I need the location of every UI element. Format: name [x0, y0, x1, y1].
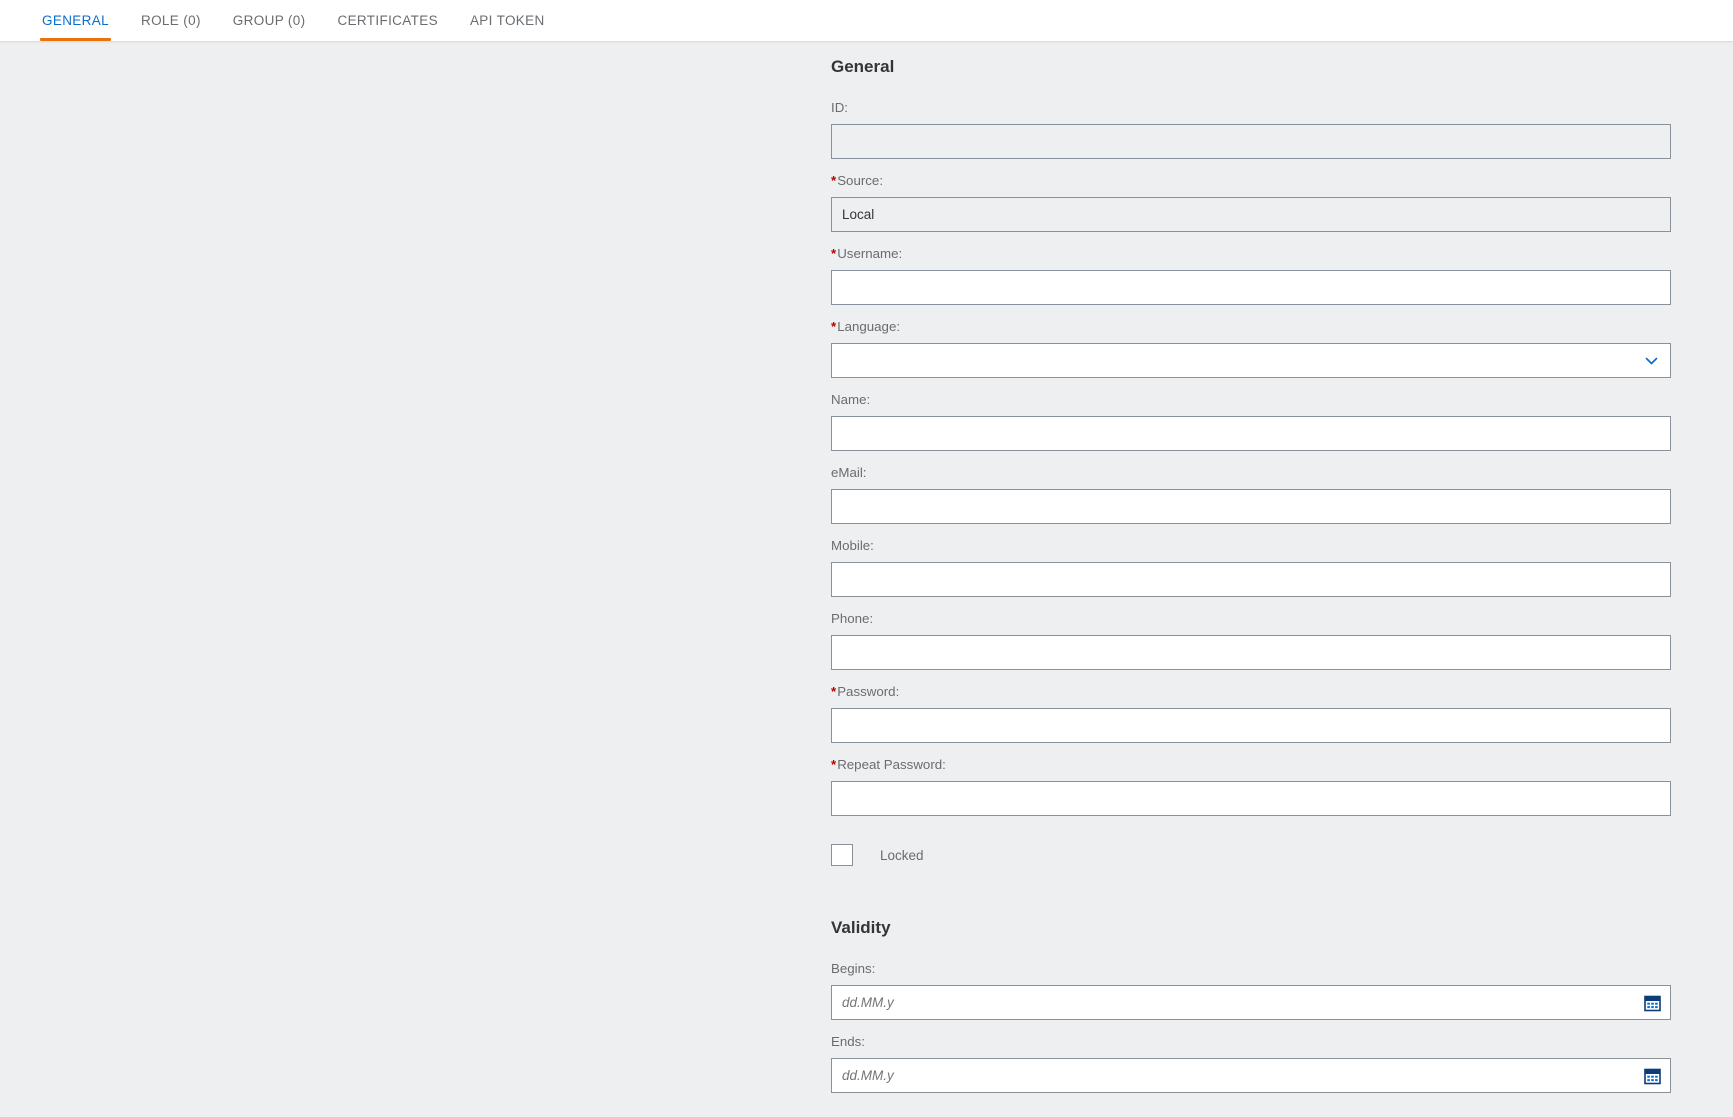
- input-username[interactable]: [831, 270, 1671, 305]
- calendar-icon-begins[interactable]: [1644, 994, 1661, 1011]
- label-mobile: Mobile:: [831, 537, 1671, 554]
- label-phone-text: Phone:: [831, 611, 874, 626]
- label-password: *Password:: [831, 683, 1671, 700]
- tab-bar: GENERAL ROLE (0) GROUP (0) CERTIFICATES …: [0, 0, 1733, 41]
- label-username-text: Username:: [837, 246, 903, 261]
- page-body: General ID: *Source: *Username: *Langua: [0, 41, 1733, 1117]
- input-mobile[interactable]: [831, 562, 1671, 597]
- label-validity-begins-text: Begins:: [831, 961, 876, 976]
- input-language[interactable]: [831, 343, 1671, 378]
- language-select-wrapper[interactable]: [831, 343, 1671, 378]
- input-validity-begins[interactable]: [831, 985, 1671, 1020]
- tab-api-token-label: API TOKEN: [469, 13, 545, 28]
- label-email-text: eMail:: [831, 465, 867, 480]
- label-name: Name:: [831, 391, 1671, 408]
- label-language: *Language:: [831, 318, 1671, 335]
- tab-group[interactable]: GROUP (0): [217, 0, 322, 41]
- field-phone: Phone:: [831, 610, 1671, 670]
- general-section-heading: General: [831, 57, 895, 76]
- input-source[interactable]: [831, 197, 1671, 232]
- field-validity-begins: Begins:: [831, 960, 1671, 1020]
- tab-certificates-label: CERTIFICATES: [337, 13, 438, 28]
- field-password: *Password:: [831, 683, 1671, 743]
- input-repeat-password[interactable]: [831, 781, 1671, 816]
- label-repeat-password: *Repeat Password:: [831, 756, 1671, 773]
- user-form: General ID: *Source: *Username: *Langua: [831, 57, 1671, 1106]
- label-name-text: Name:: [831, 392, 871, 407]
- label-id: ID:: [831, 99, 1671, 116]
- input-phone[interactable]: [831, 635, 1671, 670]
- field-email: eMail:: [831, 464, 1671, 524]
- label-mobile-text: Mobile:: [831, 538, 874, 553]
- field-source: *Source:: [831, 172, 1671, 232]
- input-password[interactable]: [831, 708, 1671, 743]
- field-name: Name:: [831, 391, 1671, 451]
- label-validity-begins: Begins:: [831, 960, 1671, 977]
- tab-certificates[interactable]: CERTIFICATES: [321, 0, 453, 41]
- input-id[interactable]: [831, 124, 1671, 159]
- tab-general-label: GENERAL: [42, 13, 109, 28]
- tab-role[interactable]: ROLE (0): [125, 0, 217, 41]
- field-validity-ends: Ends:: [831, 1033, 1671, 1093]
- locked-checkbox-row[interactable]: Locked: [831, 844, 1671, 866]
- required-marker-source: *: [831, 173, 837, 188]
- field-language: *Language:: [831, 318, 1671, 378]
- label-language-text: Language:: [837, 319, 901, 334]
- required-marker-language: *: [831, 319, 837, 334]
- field-mobile: Mobile:: [831, 537, 1671, 597]
- tab-api-token[interactable]: API TOKEN: [454, 0, 561, 41]
- required-marker-username: *: [831, 246, 837, 261]
- label-validity-ends: Ends:: [831, 1033, 1671, 1050]
- label-password-text: Password:: [837, 684, 900, 699]
- input-email[interactable]: [831, 489, 1671, 524]
- input-name[interactable]: [831, 416, 1671, 451]
- label-source-text: Source:: [837, 173, 884, 188]
- label-validity-ends-text: Ends:: [831, 1034, 866, 1049]
- calendar-icon-ends[interactable]: [1644, 1067, 1661, 1084]
- label-email: eMail:: [831, 464, 1671, 481]
- validity-begins-wrapper: [831, 985, 1671, 1020]
- validity-ends-wrapper: [831, 1058, 1671, 1093]
- locked-checkbox-label: Locked: [880, 847, 924, 863]
- input-validity-ends[interactable]: [831, 1058, 1671, 1093]
- field-username: *Username:: [831, 245, 1671, 305]
- field-id: ID:: [831, 99, 1671, 159]
- label-phone: Phone:: [831, 610, 1671, 627]
- tab-group-label: GROUP (0): [232, 13, 306, 28]
- label-source: *Source:: [831, 172, 1671, 189]
- field-repeat-password: *Repeat Password:: [831, 756, 1671, 816]
- label-username: *Username:: [831, 245, 1671, 262]
- required-marker-password: *: [831, 684, 837, 699]
- locked-checkbox[interactable]: [831, 844, 853, 866]
- validity-section-heading: Validity: [831, 918, 891, 937]
- required-marker-repeat-password: *: [831, 757, 837, 772]
- tab-role-label: ROLE (0): [140, 13, 201, 28]
- tab-general[interactable]: GENERAL: [26, 0, 125, 41]
- label-id-text: ID:: [831, 100, 848, 115]
- label-repeat-password-text: Repeat Password:: [837, 757, 946, 772]
